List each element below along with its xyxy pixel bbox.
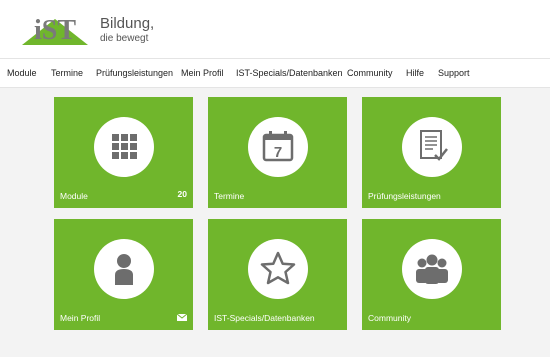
tile-icon-circle xyxy=(248,239,308,299)
tile-pruefungsleistungen[interactable]: Prüfungsleistungen xyxy=(362,97,501,208)
tagline: Bildung, die bewegt xyxy=(100,15,154,45)
nav-item-ist-specials[interactable]: IST-Specials/Datenbanken xyxy=(236,59,343,87)
header: iST Bildung, die bewegt xyxy=(0,0,550,58)
nav-item-mein-profil[interactable]: Mein Profil xyxy=(181,59,224,87)
tagline-line1: Bildung, xyxy=(100,15,155,32)
document-check-icon xyxy=(420,130,448,161)
nav-item-support[interactable]: Support xyxy=(438,59,470,87)
tile-icon-circle xyxy=(94,117,154,177)
calendar-icon: 7 xyxy=(262,131,294,162)
tile-icon-circle xyxy=(402,117,462,177)
calendar-day: 7 xyxy=(274,144,282,161)
tile-termine[interactable]: 7 Termine xyxy=(208,97,347,208)
tile-mein-profil[interactable]: Mein Profil xyxy=(54,219,193,330)
module-count-badge: 20 xyxy=(177,189,187,199)
star-icon xyxy=(260,251,296,285)
tile-label: Prüfungsleistungen xyxy=(368,191,441,201)
tile-icon-circle xyxy=(402,239,462,299)
nav-item-hilfe[interactable]: Hilfe xyxy=(406,59,424,87)
nav-item-community[interactable]: Community xyxy=(347,59,393,87)
nav-item-pruefungsleistungen[interactable]: Prüfungsleistungen xyxy=(96,59,173,87)
grid-icon xyxy=(112,134,137,159)
tile-community[interactable]: Community xyxy=(362,219,501,330)
tile-label: Mein Profil xyxy=(60,313,101,323)
tile-label: Community xyxy=(368,313,411,323)
main-nav: Module Termine Prüfungsleistungen Mein P… xyxy=(0,58,550,88)
tile-icon-circle xyxy=(94,239,154,299)
tile-module[interactable]: Module 20 xyxy=(54,97,193,208)
tile-label: Termine xyxy=(214,191,245,201)
ist-logo[interactable]: iST xyxy=(22,9,88,47)
group-icon xyxy=(416,254,448,284)
tagline-line2: die bewegt xyxy=(100,33,149,44)
envelope-icon[interactable] xyxy=(177,314,187,321)
logo-lettering: iST xyxy=(34,15,76,46)
nav-item-module[interactable]: Module xyxy=(7,59,37,87)
nav-item-termine[interactable]: Termine xyxy=(51,59,83,87)
dashboard: Module 20 7 Termine Prüfungsleistungen M… xyxy=(0,88,550,357)
tile-icon-circle: 7 xyxy=(248,117,308,177)
tile-label: Module xyxy=(60,191,88,201)
tile-label: IST-Specials/Datenbanken xyxy=(214,313,315,323)
tile-ist-specials[interactable]: IST-Specials/Datenbanken xyxy=(208,219,347,330)
person-icon xyxy=(115,254,133,285)
